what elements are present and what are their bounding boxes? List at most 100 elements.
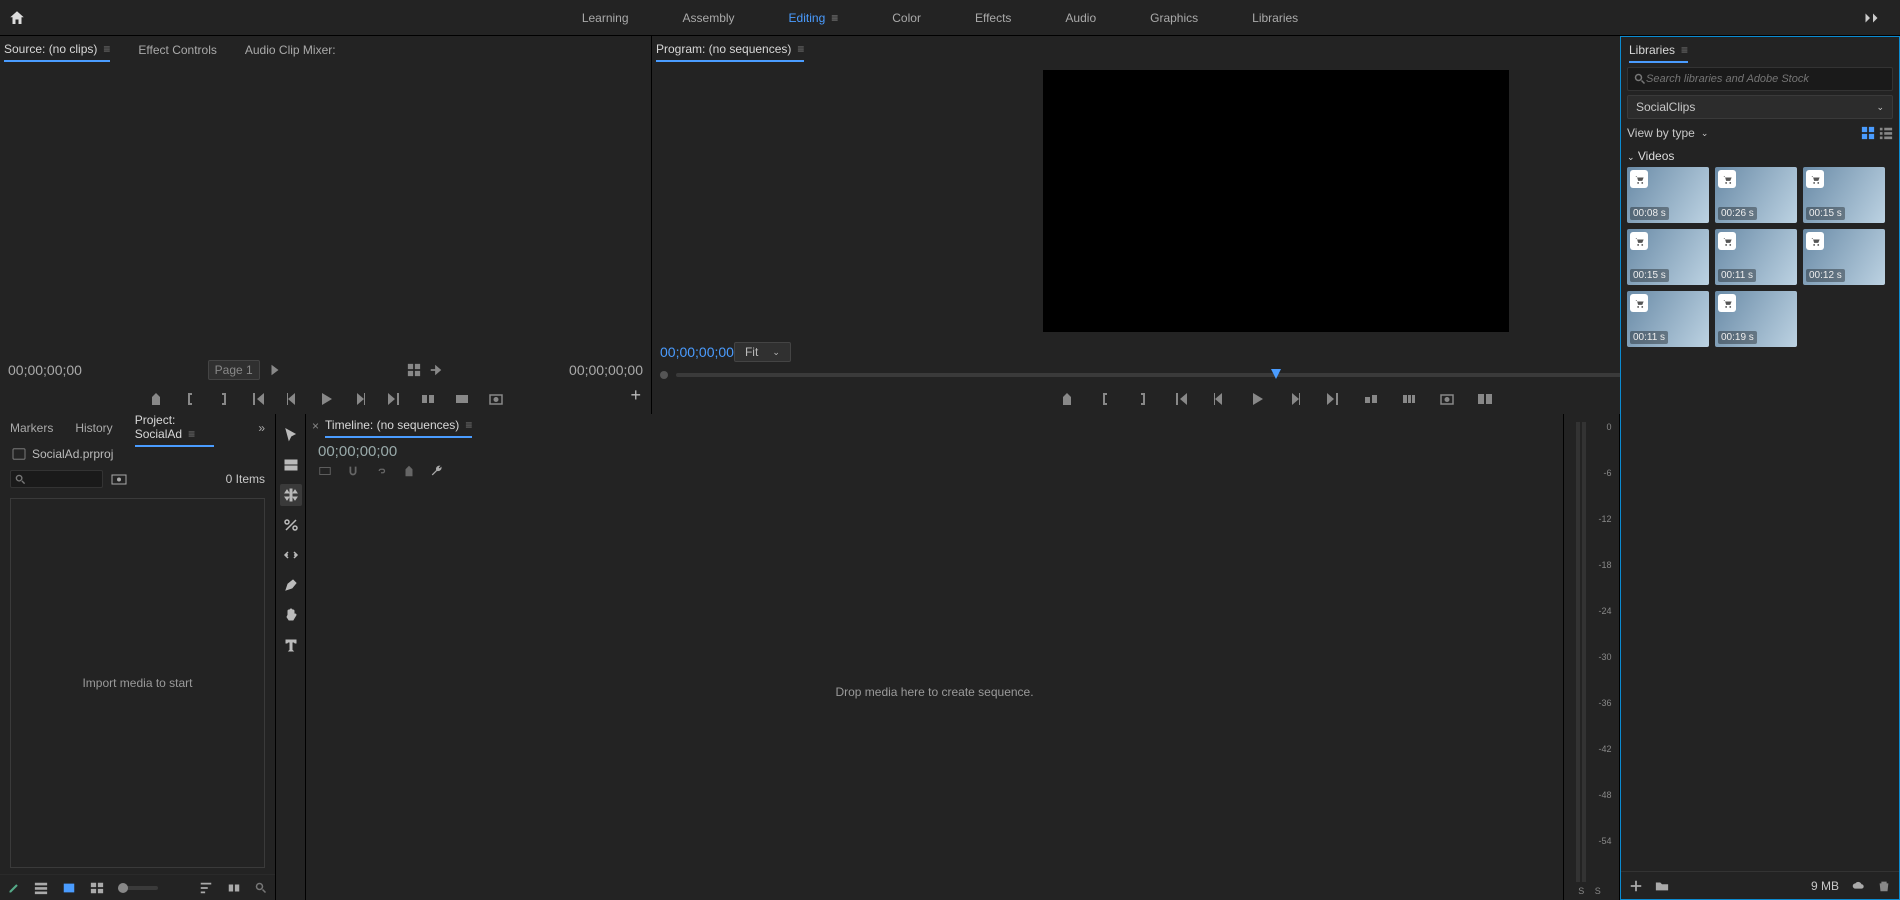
audio-meter[interactable]: 0-6-12-18-24-30-36-42-48-54 S S [1572, 422, 1612, 896]
go-out-icon[interactable] [1325, 391, 1341, 407]
list-view-icon[interactable] [1879, 126, 1893, 140]
libraries-tab[interactable]: Libraries≡ [1629, 39, 1688, 63]
icon-view-icon[interactable] [62, 881, 76, 895]
zoom-slider[interactable] [118, 886, 158, 890]
in-bracket-icon[interactable] [1097, 391, 1113, 407]
hand-tool[interactable] [280, 604, 302, 626]
freeform-view-icon[interactable] [90, 881, 104, 895]
ripple-edit-tool[interactable] [280, 484, 302, 506]
folder-icon[interactable] [1655, 879, 1669, 893]
libraries-search-input[interactable] [1646, 73, 1886, 85]
export-frame-icon[interactable] [488, 391, 504, 407]
list-view-icon[interactable] [34, 881, 48, 895]
project-search[interactable] [10, 470, 103, 488]
audio-clip-mixer-tab[interactable]: Audio Clip Mixer: [245, 39, 336, 61]
step-back-icon[interactable] [284, 391, 300, 407]
close-icon[interactable]: × [312, 419, 319, 433]
hamburger-icon[interactable]: ≡ [797, 42, 804, 56]
pen-tool[interactable] [280, 574, 302, 596]
grid-icon[interactable] [407, 363, 421, 377]
snap-icon[interactable] [346, 464, 360, 478]
project-bin[interactable]: Import media to start [10, 498, 265, 868]
step-back-icon[interactable] [1211, 391, 1227, 407]
mark-in-icon[interactable] [148, 391, 164, 407]
trash-icon[interactable] [1877, 879, 1891, 893]
video-thumbnail[interactable]: 00:11 s [1627, 291, 1709, 347]
view-by-type[interactable]: View by type⌄ [1627, 126, 1708, 140]
overwrite-clip-icon[interactable] [454, 391, 470, 407]
workspace-tab-assembly[interactable]: Assembly [679, 9, 739, 27]
workspace-tab-learning[interactable]: Learning [578, 9, 633, 27]
video-thumbnail[interactable]: 00:12 s [1803, 229, 1885, 285]
add-button[interactable]: + [630, 385, 641, 406]
out-bracket-icon[interactable] [1135, 391, 1151, 407]
add-icon[interactable] [1629, 879, 1643, 893]
cloud-icon[interactable] [1851, 879, 1865, 893]
history-tab[interactable]: History [75, 417, 112, 439]
play-icon[interactable] [318, 391, 334, 407]
insert-clip-icon[interactable] [420, 391, 436, 407]
type-tool[interactable] [280, 634, 302, 656]
program-timecode-left[interactable]: 00;00;00;00 [660, 344, 734, 360]
extract-icon[interactable] [1401, 391, 1417, 407]
play-small-icon[interactable] [268, 363, 282, 377]
workspace-tab-graphics[interactable]: Graphics [1146, 9, 1202, 27]
effect-controls-tab[interactable]: Effect Controls [138, 39, 216, 61]
video-thumbnail[interactable]: 00:15 s [1627, 229, 1709, 285]
timeline-drop-area[interactable]: Drop media here to create sequence. [306, 484, 1563, 900]
timeline-tab[interactable]: Timeline: (no sequences)≡ [325, 414, 472, 438]
comparison-view-icon[interactable] [1477, 391, 1493, 407]
hamburger-icon[interactable]: ≡ [188, 427, 195, 441]
video-thumbnail[interactable]: 00:19 s [1715, 291, 1797, 347]
workspace-tab-libraries[interactable]: Libraries [1248, 9, 1302, 27]
nest-icon[interactable] [318, 464, 332, 478]
hamburger-icon[interactable]: ≡ [465, 418, 472, 432]
marker-icon[interactable] [402, 464, 416, 478]
video-thumbnail[interactable]: 00:08 s [1627, 167, 1709, 223]
video-thumbnail[interactable]: 00:15 s [1803, 167, 1885, 223]
write-icon[interactable] [8, 882, 20, 894]
program-tab[interactable]: Program: (no sequences)≡ [656, 38, 804, 62]
play-icon[interactable] [1249, 391, 1265, 407]
razor-tool[interactable] [280, 514, 302, 536]
source-tab[interactable]: Source: (no clips)≡ [4, 38, 110, 62]
workspace-tab-editing[interactable]: Editing≡ [785, 9, 843, 27]
grid-view-icon[interactable] [1861, 126, 1875, 140]
workspace-tab-effects[interactable]: Effects [971, 9, 1015, 27]
zoom-select[interactable]: Fit⌄ [734, 342, 791, 362]
timeline-timecode[interactable]: 00;00;00;00 [318, 443, 397, 460]
track-select-tool[interactable] [280, 454, 302, 476]
source-timecode-left[interactable]: 00;00;00;00 [8, 362, 82, 378]
auto-sequence-icon[interactable] [227, 881, 241, 895]
overflow-button[interactable] [1846, 12, 1900, 24]
video-thumbnail[interactable]: 00:26 s [1715, 167, 1797, 223]
mark-in-icon[interactable] [1059, 391, 1075, 407]
markers-tab[interactable]: Markers [10, 417, 53, 439]
lift-icon[interactable] [1363, 391, 1379, 407]
home-button[interactable] [0, 0, 34, 36]
hamburger-icon[interactable]: ≡ [831, 11, 838, 25]
libraries-search[interactable] [1627, 67, 1893, 91]
hamburger-icon[interactable]: ≡ [1681, 43, 1688, 57]
linked-selection-icon[interactable] [374, 464, 388, 478]
search-icon[interactable] [255, 882, 267, 894]
slip-tool[interactable] [280, 544, 302, 566]
selection-tool[interactable] [280, 424, 302, 446]
new-bin-icon[interactable] [111, 472, 127, 486]
workspace-tab-color[interactable]: Color [888, 9, 925, 27]
step-fwd-icon[interactable] [352, 391, 368, 407]
source-timecode-right[interactable]: 00;00;00;00 [569, 362, 643, 378]
insert-icon[interactable] [429, 363, 443, 377]
workspace-tab-audio[interactable]: Audio [1061, 9, 1100, 27]
page-selector[interactable]: Page 1 [208, 360, 260, 380]
wrench-icon[interactable] [430, 464, 444, 478]
out-bracket-icon[interactable] [216, 391, 232, 407]
overflow-button[interactable]: » [258, 421, 265, 435]
go-in-icon[interactable] [1173, 391, 1189, 407]
step-fwd-icon[interactable] [1287, 391, 1303, 407]
go-in-icon[interactable] [250, 391, 266, 407]
hamburger-icon[interactable]: ≡ [103, 42, 110, 56]
playhead-icon[interactable] [1270, 368, 1282, 380]
videos-section-header[interactable]: ⌄ Videos [1621, 145, 1899, 167]
go-out-icon[interactable] [386, 391, 402, 407]
